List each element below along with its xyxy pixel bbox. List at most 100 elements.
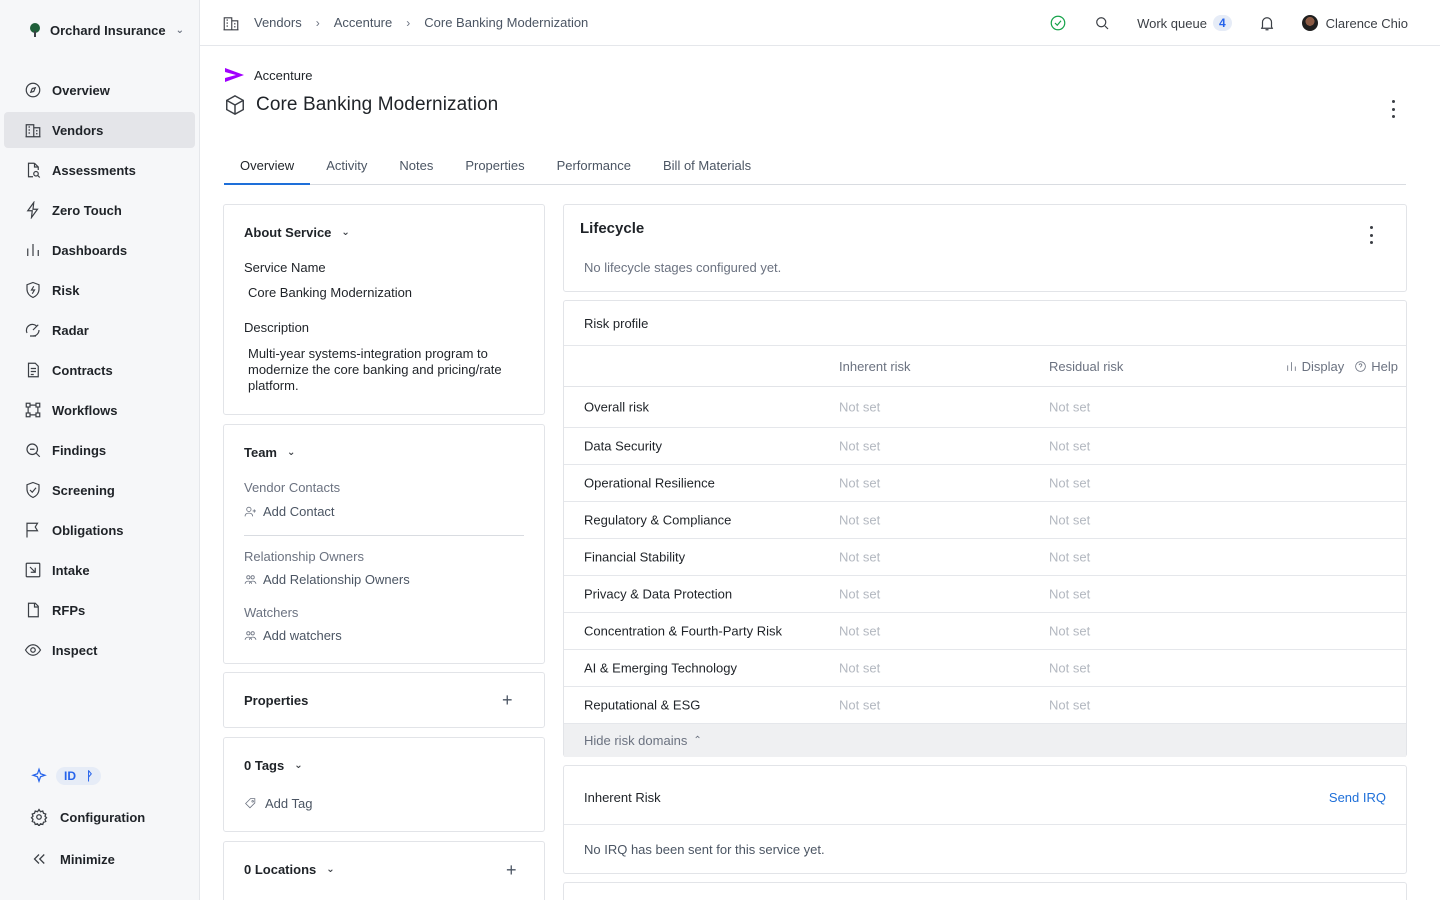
breadcrumb: Vendors › Accenture › Core Banking Moder… bbox=[222, 14, 588, 32]
table-row[interactable]: Concentration & Fourth-Party Risk Not set… bbox=[564, 613, 1406, 650]
sidebar-item-vendors[interactable]: Vendors bbox=[4, 112, 195, 148]
search-icon[interactable] bbox=[1093, 14, 1111, 32]
sidebar-item-radar[interactable]: Radar bbox=[4, 312, 195, 348]
work-queue-button[interactable]: Work queue 4 bbox=[1137, 15, 1232, 31]
inherent-risk-value[interactable]: Not set bbox=[839, 550, 880, 565]
sidebar-item-intake[interactable]: Intake bbox=[4, 552, 195, 588]
sidebar-item-label: Contracts bbox=[52, 362, 113, 378]
breadcrumb-vendor[interactable]: Accenture bbox=[334, 15, 393, 30]
sidebar-item-label: Zero Touch bbox=[52, 202, 122, 218]
status-check-icon[interactable] bbox=[1049, 14, 1067, 32]
sidebar: Orchard Insurance ⌄ Overview Vendors Asses… bbox=[0, 0, 200, 900]
inherent-risk-value[interactable]: Not set bbox=[839, 624, 880, 639]
bell-icon[interactable] bbox=[1258, 14, 1276, 32]
residual-risk-value[interactable]: Not set bbox=[1049, 550, 1090, 565]
help-button[interactable]: Help bbox=[1354, 359, 1398, 374]
inherent-risk-value[interactable]: Not set bbox=[839, 661, 880, 676]
sidebar-item-screening[interactable]: Screening bbox=[4, 472, 195, 508]
inherent-risk-value[interactable]: Not set bbox=[839, 400, 880, 415]
team-title: Team bbox=[244, 445, 277, 460]
sidebar-item-overview[interactable]: Overview bbox=[4, 72, 195, 108]
table-row[interactable]: Privacy & Data Protection Not set Not set bbox=[564, 576, 1406, 613]
sidebar-item-workflows[interactable]: Workflows bbox=[4, 392, 195, 428]
sidebar-item-contracts[interactable]: Contracts bbox=[4, 352, 195, 388]
tab-bill-of-materials[interactable]: Bill of Materials bbox=[647, 147, 767, 184]
add-contact-button[interactable]: Add Contact bbox=[244, 504, 335, 519]
branch-icon: ᚹ bbox=[86, 769, 94, 783]
about-service-toggle[interactable]: About Service ⌄ bbox=[244, 225, 350, 240]
inherent-risk-value[interactable]: Not set bbox=[839, 513, 880, 528]
inherent-risk-value[interactable]: Not set bbox=[839, 587, 880, 602]
table-row[interactable]: Data Security Not set Not set bbox=[564, 428, 1406, 465]
residual-risk-value[interactable]: Not set bbox=[1049, 513, 1090, 528]
compass-icon bbox=[25, 82, 41, 98]
user-menu[interactable]: Clarence Chio bbox=[1301, 15, 1408, 31]
table-row[interactable]: Reputational & ESG Not set Not set bbox=[564, 687, 1406, 724]
description-value[interactable]: Multi-year systems-integration program t… bbox=[248, 346, 518, 394]
table-row[interactable]: Overall risk Not set Not set bbox=[564, 387, 1406, 428]
tab-properties[interactable]: Properties bbox=[449, 147, 540, 184]
add-tag-button[interactable]: Add Tag bbox=[244, 796, 312, 811]
residual-risk-value[interactable]: Not set bbox=[1049, 439, 1090, 454]
user-name: Clarence Chio bbox=[1325, 15, 1408, 31]
display-button[interactable]: Display bbox=[1285, 359, 1344, 374]
minimize-button[interactable]: Minimize bbox=[0, 838, 200, 880]
sidebar-item-findings[interactable]: Findings bbox=[4, 432, 195, 468]
team-toggle[interactable]: Team ⌄ bbox=[244, 445, 295, 460]
id-badge[interactable]: ID ᚹ bbox=[56, 767, 102, 785]
add-location-icon[interactable]: + bbox=[506, 861, 517, 879]
sidebar-item-dashboards[interactable]: Dashboards bbox=[4, 232, 195, 268]
sidebar-item-inspect[interactable]: Inspect bbox=[4, 632, 195, 668]
locations-toggle[interactable]: 0 Locations ⌄ bbox=[244, 862, 335, 877]
more-options-icon[interactable] bbox=[1390, 100, 1396, 118]
tab-overview[interactable]: Overview bbox=[224, 147, 311, 185]
residual-risk-value[interactable]: Not set bbox=[1049, 400, 1090, 415]
residual-risk-value[interactable]: Not set bbox=[1049, 624, 1090, 639]
inherent-risk-value[interactable]: Not set bbox=[839, 698, 880, 713]
breadcrumb-service[interactable]: Core Banking Modernization bbox=[424, 15, 588, 30]
help-label: Help bbox=[1371, 359, 1398, 374]
configuration-link[interactable]: Configuration bbox=[0, 796, 200, 838]
add-relationship-owners-label: Add Relationship Owners bbox=[263, 572, 410, 587]
tab-activity[interactable]: Activity bbox=[310, 147, 383, 184]
sidebar-item-obligations[interactable]: Obligations bbox=[4, 512, 195, 548]
sidebar-item-rfps[interactable]: RFPs bbox=[4, 592, 195, 628]
inherent-risk-value[interactable]: Not set bbox=[839, 439, 880, 454]
send-irq-button[interactable]: Send IRQ bbox=[1329, 790, 1386, 805]
residual-risk-value[interactable]: Not set bbox=[1049, 587, 1090, 602]
table-row[interactable]: AI & Emerging Technology Not set Not set bbox=[564, 650, 1406, 687]
users-icon bbox=[244, 575, 257, 584]
table-row[interactable]: Operational Resilience Not set Not set bbox=[564, 465, 1406, 502]
service-name-value[interactable]: Core Banking Modernization bbox=[248, 285, 412, 301]
sidebar-item-risk[interactable]: Risk bbox=[4, 272, 195, 308]
tab-performance[interactable]: Performance bbox=[541, 147, 647, 184]
residual-risk-value[interactable]: Not set bbox=[1049, 476, 1090, 491]
next-card bbox=[563, 882, 1407, 900]
sidebar-footer: ID ᚹ Configuration Minimize bbox=[0, 760, 200, 880]
tab-notes[interactable]: Notes bbox=[383, 147, 449, 184]
residual-risk-value[interactable]: Not set bbox=[1049, 661, 1090, 676]
add-watchers-button[interactable]: Add watchers bbox=[244, 628, 342, 643]
table-row[interactable]: Financial Stability Not set Not set bbox=[564, 539, 1406, 576]
residual-risk-value[interactable]: Not set bbox=[1049, 698, 1090, 713]
divider bbox=[244, 535, 524, 536]
risk-domain-name: Overall risk bbox=[584, 399, 650, 415]
identity-row[interactable]: ID ᚹ bbox=[0, 760, 200, 792]
risk-profile-actions: Display Help bbox=[1285, 359, 1398, 374]
lifecycle-more-icon[interactable] bbox=[1368, 226, 1374, 244]
hide-risk-domains-button[interactable]: Hide risk domains ⌃ bbox=[564, 724, 1406, 757]
add-property-icon[interactable]: + bbox=[502, 691, 513, 709]
sidebar-item-zero-touch[interactable]: Zero Touch bbox=[4, 192, 195, 228]
org-switcher[interactable]: Orchard Insurance ⌄ bbox=[28, 22, 184, 38]
org-name: Orchard Insurance bbox=[50, 22, 166, 38]
add-relationship-owners-button[interactable]: Add Relationship Owners bbox=[244, 572, 410, 587]
sidebar-item-label: Assessments bbox=[52, 162, 136, 178]
sidebar-item-assessments[interactable]: Assessments bbox=[4, 152, 195, 188]
table-row[interactable]: Regulatory & Compliance Not set Not set bbox=[564, 502, 1406, 539]
intake-icon bbox=[25, 562, 41, 578]
about-service-card: About Service ⌄ Service Name Core Bankin… bbox=[223, 204, 545, 415]
tags-toggle[interactable]: 0 Tags ⌄ bbox=[244, 758, 303, 773]
breadcrumb-vendors[interactable]: Vendors bbox=[254, 15, 302, 30]
vendor-link[interactable]: Accenture bbox=[224, 66, 498, 84]
inherent-risk-value[interactable]: Not set bbox=[839, 476, 880, 491]
